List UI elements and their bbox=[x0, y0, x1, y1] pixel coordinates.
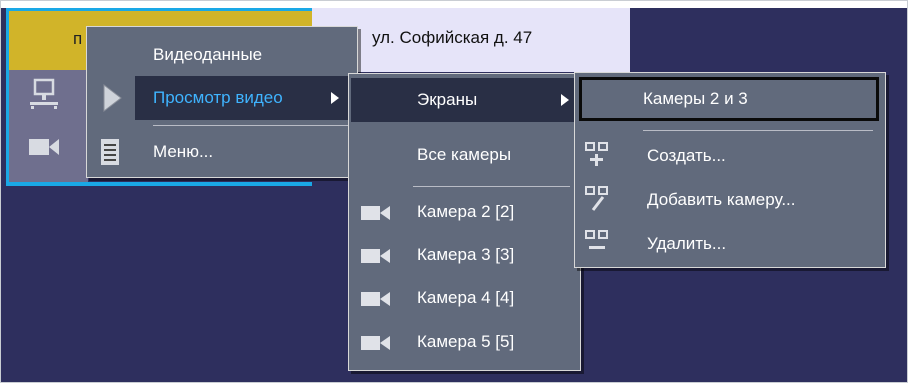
window-frame bbox=[0, 0, 908, 383]
